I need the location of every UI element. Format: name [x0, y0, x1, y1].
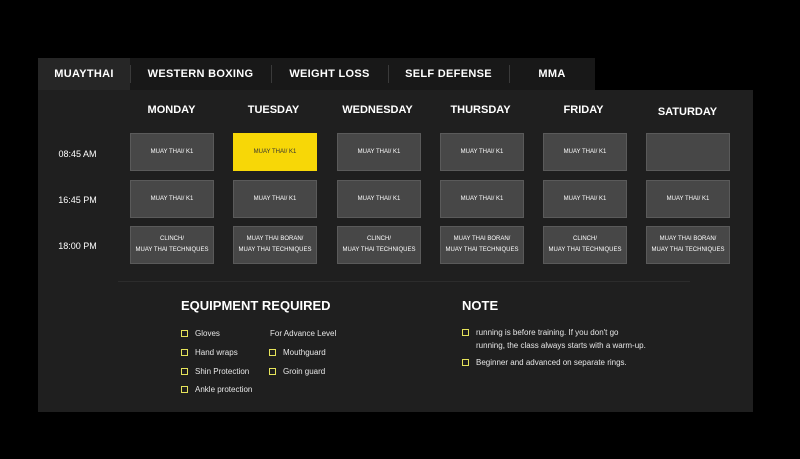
checkbox-icon [181, 330, 188, 337]
note-text-continued: running, the class always starts with a … [476, 341, 646, 350]
tab-weight-loss[interactable]: WEIGHT LOSS [271, 58, 388, 90]
note-item: Beginner and advanced on separate rings. [462, 358, 627, 367]
class-slot[interactable]: MUAY THAI/ K1 [440, 133, 524, 171]
note-item: running is before training. If you don't… [462, 328, 619, 337]
class-slot[interactable]: CLINCH/MUAY THAI TECHNIQUES [543, 226, 627, 264]
tab-self-defense[interactable]: SELF DEFENSE [388, 58, 509, 90]
note-text: running is before training. If you don't… [476, 328, 619, 337]
tab-muaythai[interactable]: MUAYTHAI [38, 58, 130, 90]
day-header-monday: MONDAY [147, 104, 196, 116]
class-name: MUAY THAI/ K1 [253, 148, 297, 155]
checkbox-icon [181, 349, 188, 356]
equipment-label: Gloves [195, 329, 220, 338]
day-header-tuesday: TUESDAY [247, 104, 300, 116]
day-header-wednesday: WEDNESDAY [342, 104, 413, 116]
equipment-item: Gloves [181, 329, 220, 338]
equipment-item: Ankle protection [181, 385, 252, 394]
section-divider [118, 281, 690, 282]
equipment-label: Ankle protection [195, 385, 253, 394]
time-label: 16:45 PM [58, 195, 97, 205]
class-name: MUAY THAI BORAN/ [659, 236, 717, 242]
equipment-label: Shin Protection [195, 367, 250, 376]
class-slot-empty[interactable] [646, 133, 730, 171]
class-slot[interactable]: CLINCH/MUAY THAI TECHNIQUES [337, 226, 421, 264]
class-name: CLINCH/ [366, 236, 391, 242]
class-name: CLINCH/ [572, 236, 597, 242]
day-header-saturday: SATURDAY [657, 106, 718, 118]
class-name: MUAY THAI BORAN/ [246, 236, 304, 242]
class-name: MUAY THAI/ K1 [357, 195, 401, 202]
class-name: MUAY THAI/ K1 [150, 148, 194, 155]
class-slot[interactable]: MUAY THAI/ K1 [130, 133, 214, 171]
class-slot[interactable]: MUAY THAI/ K1 [440, 180, 524, 218]
equipment-label: Mouthguard [283, 348, 326, 357]
day-header-thursday: THURSDAY [450, 104, 511, 116]
class-name: MUAY THAI/ K1 [563, 195, 607, 202]
tab-mma[interactable]: MMA [509, 58, 595, 90]
class-slot[interactable]: MUAY THAI/ K1 [233, 180, 317, 218]
checkbox-icon [269, 368, 276, 375]
class-name: MUAY THAI TECHNIQUES [135, 247, 209, 253]
class-name: MUAY THAI/ K1 [666, 195, 710, 202]
class-name: MUAY THAI/ K1 [460, 148, 504, 155]
class-name: MUAY THAI/ K1 [253, 195, 297, 202]
class-name: MUAY THAI TECHNIQUES [238, 247, 312, 253]
equipment-item: Mouthguard [269, 348, 326, 357]
checkbox-icon [181, 368, 188, 375]
time-label: 08:45 AM [58, 149, 97, 159]
class-name: MUAY THAI/ K1 [150, 195, 194, 202]
note-text: Beginner and advanced on separate rings. [476, 358, 627, 367]
tab-bar: MUAYTHAI WESTERN BOXING WEIGHT LOSS SELF… [38, 58, 595, 90]
equipment-label: Hand wraps [195, 348, 238, 357]
equipment-item: Shin Protection [181, 367, 249, 376]
checkbox-icon [462, 359, 469, 366]
class-slot[interactable]: MUAY THAI/ K1 [543, 133, 627, 171]
class-slot[interactable]: MUAY THAI BORAN/MUAY THAI TECHNIQUES [233, 226, 317, 264]
checkbox-icon [462, 329, 469, 336]
class-name: MUAY THAI/ K1 [460, 195, 504, 202]
equipment-item: Hand wraps [181, 348, 238, 357]
class-slot[interactable]: CLINCH/MUAY THAI TECHNIQUES [130, 226, 214, 264]
equipment-item: Groin guard [269, 367, 325, 376]
class-slot[interactable]: MUAY THAI/ K1 [337, 133, 421, 171]
class-slot[interactable]: MUAY THAI/ K1 [543, 180, 627, 218]
class-slot[interactable]: MUAY THAI/ K1 [646, 180, 730, 218]
day-header-friday: FRIDAY [563, 104, 604, 116]
equipment-label: Groin guard [283, 367, 326, 376]
class-slot[interactable]: MUAY THAI BORAN/MUAY THAI TECHNIQUES [440, 226, 524, 264]
class-slot[interactable]: MUAY THAI/ K1 [337, 180, 421, 218]
class-name: MUAY THAI BORAN/ [453, 236, 511, 242]
time-label: 18:00 PM [58, 241, 97, 251]
tab-western-boxing[interactable]: WESTERN BOXING [130, 58, 271, 90]
class-name: MUAY THAI/ K1 [357, 148, 401, 155]
checkbox-icon [181, 386, 188, 393]
class-slot[interactable]: MUAY THAI BORAN/MUAY THAI TECHNIQUES [646, 226, 730, 264]
checkbox-icon [269, 349, 276, 356]
class-name: MUAY THAI TECHNIQUES [548, 247, 622, 253]
class-name: MUAY THAI/ K1 [563, 148, 607, 155]
class-slot-highlighted[interactable]: MUAY THAI/ K1 [233, 133, 317, 171]
note-title: NOTE [462, 298, 499, 313]
class-name: MUAY THAI TECHNIQUES [342, 247, 416, 253]
class-slot[interactable]: MUAY THAI/ K1 [130, 180, 214, 218]
class-name: MUAY THAI TECHNIQUES [445, 247, 519, 253]
advance-level-label: For Advance Level [270, 329, 337, 338]
class-name: MUAY THAI TECHNIQUES [651, 247, 725, 253]
equipment-title: EQUIPMENT REQUIRED [181, 298, 331, 313]
class-name: CLINCH/ [159, 236, 184, 242]
